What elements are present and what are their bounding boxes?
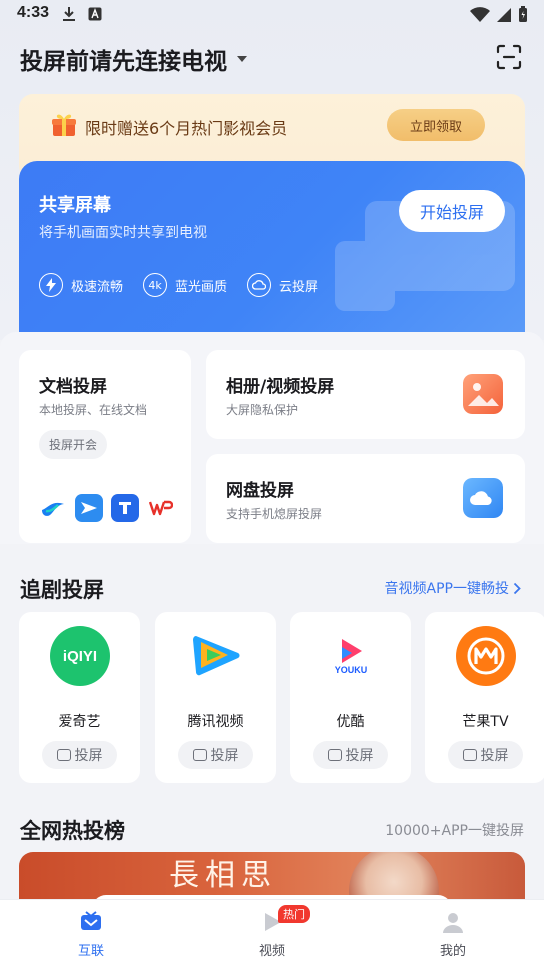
user-icon <box>443 913 463 933</box>
app-name: 芒果TV <box>462 714 509 730</box>
share-title: 共享屏幕 <box>39 195 111 216</box>
download-icon <box>63 7 75 21</box>
app-card-tencent-video[interactable]: 腾讯视频 投屏 <box>155 612 276 783</box>
page-title: 投屏前请先连接电视 <box>20 49 227 75</box>
feature-list: 极速流畅 4k 蓝光画质 云投屏 <box>39 273 318 297</box>
iqiyi-logo-text: iQIYI <box>62 647 98 665</box>
tencent-docs-icon[interactable] <box>39 494 67 522</box>
tencent-video-logo-icon <box>186 626 246 686</box>
nav-item-connect[interactable]: 互联 <box>51 910 131 959</box>
cast-label: 投屏 <box>210 748 239 764</box>
nav-label: 视频 <box>258 944 285 959</box>
doc-subtitle: 本地投屏、在线文档 <box>39 403 148 417</box>
youku-logo-text: YOUKU <box>334 665 368 675</box>
photo-icon <box>463 374 503 414</box>
tv-icon <box>327 749 342 761</box>
feature-item: 云投屏 <box>247 273 318 297</box>
status-time: 4:33 <box>17 4 50 21</box>
app-card-mango-tv[interactable]: 芒果TV 投屏 <box>425 612 544 783</box>
signal-icon <box>497 7 511 22</box>
mango-tv-logo-icon <box>456 626 516 686</box>
iqiyi-logo-icon: iQIYI <box>50 626 110 686</box>
wps-icon[interactable] <box>147 494 175 522</box>
feature-item: 极速流畅 <box>39 273 123 297</box>
bottom-nav: 互联 热门 视频 我的 <box>0 899 544 968</box>
share-subtitle: 将手机画面实时共享到电视 <box>39 225 207 241</box>
netdisk-subtitle: 支持手机熄屏投屏 <box>226 507 323 521</box>
chevron-right-icon <box>513 582 521 594</box>
battery-icon <box>519 6 527 22</box>
app-card-iqiyi[interactable]: iQIYI 爱奇艺 投屏 <box>19 612 140 783</box>
feature-label: 云投屏 <box>279 279 319 295</box>
app-name: 腾讯视频 <box>187 714 244 730</box>
album-cast-tile[interactable]: 相册/视频投屏 大屏隐私保护 <box>206 350 525 439</box>
wifi-icon <box>470 6 490 22</box>
album-title: 相册/视频投屏 <box>226 377 335 397</box>
gift-icon <box>52 114 76 136</box>
cast-label: 投屏 <box>345 748 374 764</box>
nav-item-profile[interactable]: 我的 <box>413 910 493 959</box>
doc-title: 文档投屏 <box>39 377 107 397</box>
scan-icon[interactable] <box>496 44 522 70</box>
connect-tv-selector[interactable]: 投屏前请先连接电视 <box>20 42 247 76</box>
youku-logo-icon: YOUKU <box>321 626 381 686</box>
doc-cast-tile[interactable]: 文档投屏 本地投屏、在线文档 投屏开会 <box>19 350 191 543</box>
app-card-youku[interactable]: YOUKU 优酷 投屏 <box>290 612 411 783</box>
cast-label: 投屏 <box>74 748 103 764</box>
tv-icon <box>462 749 477 761</box>
cloud-icon <box>247 273 272 297</box>
album-subtitle: 大屏隐私保护 <box>226 403 299 417</box>
feature-item: 4k 蓝光画质 <box>143 273 227 297</box>
meeting-cast-chip[interactable]: 投屏开会 <box>39 430 108 459</box>
doc-app-row <box>39 494 175 522</box>
feature-label: 极速流畅 <box>71 279 124 295</box>
dingtalk-icon[interactable] <box>111 494 139 522</box>
hot-section-title: 全网热投榜 <box>20 819 125 843</box>
4k-icon: 4k <box>143 273 168 297</box>
app-name: 优酷 <box>336 714 365 730</box>
promo-text: 限时赠送6个月热门影视会员 <box>85 119 288 138</box>
feature-label: 蓝光画质 <box>175 279 228 295</box>
cloud-folder-icon <box>463 478 503 518</box>
drama-link-label: 音视频APP一键畅投 <box>384 581 509 597</box>
nav-item-video[interactable]: 热门 视频 <box>232 905 312 959</box>
font-a-icon <box>88 7 102 21</box>
drama-more-link[interactable]: 音视频APP一键畅投 <box>385 578 521 598</box>
nav-label: 互联 <box>77 944 104 959</box>
drama-section-title: 追剧投屏 <box>20 578 104 602</box>
tv-icon <box>56 749 71 761</box>
lightning-icon <box>39 273 63 297</box>
banner-title: 長相思 <box>169 858 277 893</box>
cast-button[interactable]: 投屏 <box>313 741 388 769</box>
app-name: 爱奇艺 <box>58 714 101 730</box>
status-bar: 4:33 <box>0 0 544 30</box>
hot-badge: 热门 <box>278 905 310 923</box>
tv-icon <box>192 749 207 761</box>
hot-section-aside: 10000+APP一键投屏 <box>385 823 524 839</box>
connect-icon <box>81 911 101 930</box>
nav-label: 我的 <box>439 944 466 959</box>
claim-button[interactable]: 立即领取 <box>387 109 485 141</box>
cast-button[interactable]: 投屏 <box>42 741 117 769</box>
netdisk-cast-tile[interactable]: 网盘投屏 支持手机熄屏投屏 <box>206 454 525 543</box>
cast-label: 投屏 <box>480 748 509 764</box>
feishu-icon[interactable] <box>75 494 103 522</box>
share-screen-card[interactable]: 共享屏幕 将手机画面实时共享到电视 开始投屏 极速流畅 4k 蓝光画质 云投屏 <box>19 161 525 333</box>
start-cast-button[interactable]: 开始投屏 <box>399 190 505 232</box>
caret-down-icon <box>237 56 247 62</box>
cast-button[interactable]: 投屏 <box>178 741 253 769</box>
netdisk-title: 网盘投屏 <box>226 481 294 501</box>
cast-button[interactable]: 投屏 <box>448 741 523 769</box>
